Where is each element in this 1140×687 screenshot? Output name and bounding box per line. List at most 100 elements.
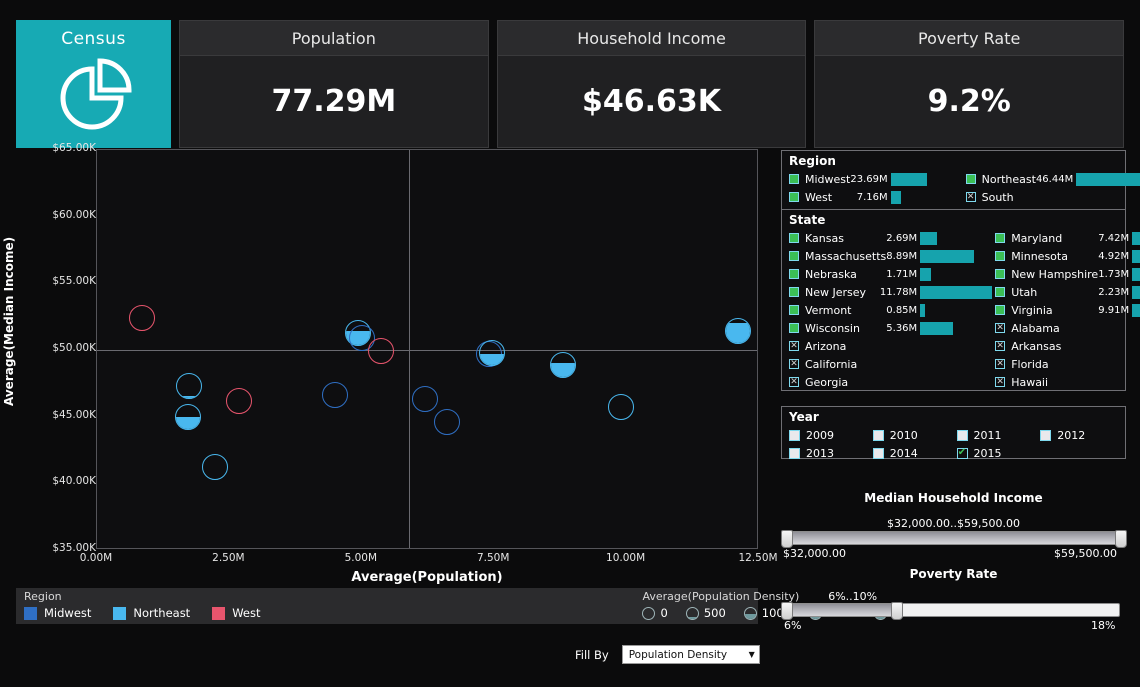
checkbox-unchecked-icon[interactable]: ✕ — [995, 377, 1005, 387]
state-filter-item[interactable]: ✕Georgia — [786, 373, 992, 391]
state-filter-value: 7.42M — [1098, 233, 1129, 244]
year-filter-item[interactable]: ✔2015 — [954, 444, 1038, 462]
checkbox-unchecked-icon[interactable]: ✕ — [789, 377, 799, 387]
state-filter-item[interactable]: Utah2.23M — [992, 283, 1140, 301]
region-filter-bar-track — [1076, 191, 1140, 204]
checkbox-checked-icon[interactable] — [966, 174, 976, 184]
year-filter-item[interactable]: 2010 — [870, 426, 954, 444]
region-filter-item[interactable]: Midwest23.69M — [786, 170, 963, 188]
state-filter-item[interactable]: ✕Alabama — [992, 319, 1140, 337]
checkbox-unchecked-icon[interactable]: ✕ — [995, 341, 1005, 351]
scatter-point[interactable] — [479, 340, 505, 366]
checkbox-checked-icon[interactable] — [789, 174, 799, 184]
state-filter-bar-track — [920, 304, 992, 317]
year-filter-item[interactable]: 2009 — [786, 426, 870, 444]
checkbox-unchecked-icon[interactable] — [957, 430, 968, 441]
checkbox-unchecked-icon[interactable] — [789, 448, 800, 459]
density-legend-item[interactable]: 500 — [686, 606, 726, 620]
state-filter-bar — [920, 304, 925, 317]
income-slider-handle-low[interactable] — [781, 530, 793, 548]
fill-by-select[interactable]: Population Density ▼ — [622, 645, 760, 664]
year-filter-panel: Year 200920102011201220132014✔2015 — [781, 406, 1126, 459]
kpi-card-household-income: Household Income $46.63K — [497, 20, 807, 148]
scatter-point[interactable] — [129, 305, 155, 331]
state-filter-bar-track — [920, 286, 992, 299]
region-legend-item[interactable]: West — [212, 606, 260, 620]
checkbox-unchecked-icon[interactable]: ✕ — [789, 341, 799, 351]
income-slider-handle-high[interactable] — [1115, 530, 1127, 548]
scatter-point[interactable] — [608, 394, 634, 420]
scatter-point[interactable] — [322, 382, 348, 408]
state-filter-item[interactable]: ✕Florida — [992, 355, 1140, 373]
checkbox-unchecked-icon[interactable]: ✕ — [966, 192, 976, 202]
state-filter-value: 1.73M — [1098, 269, 1129, 280]
state-filter-bar-track — [1132, 250, 1140, 263]
state-filter-item[interactable]: Kansas2.69M — [786, 229, 992, 247]
checkbox-checked-icon[interactable] — [789, 323, 799, 333]
checkbox-unchecked-icon[interactable] — [873, 448, 884, 459]
state-filter-item[interactable]: ✕Arizona — [786, 337, 992, 355]
checkbox-checked-icon[interactable] — [789, 251, 799, 261]
checkbox-unchecked-icon[interactable] — [1040, 430, 1051, 441]
checkbox-checked-icon[interactable] — [789, 305, 799, 315]
scatter-point-fill — [726, 323, 750, 343]
scatter-point[interactable] — [725, 318, 751, 344]
checkbox-checked-icon[interactable]: ✔ — [957, 448, 968, 459]
state-filter-item[interactable]: Minnesota4.92M — [992, 247, 1140, 265]
scatter-point[interactable] — [412, 386, 438, 412]
state-filter-item[interactable]: ✕ California — [786, 355, 992, 373]
checkbox-unchecked-icon[interactable] — [789, 430, 800, 441]
state-filter-item[interactable]: ✕Arkansas — [992, 337, 1140, 355]
checkbox-checked-icon[interactable] — [995, 305, 1005, 315]
checkbox-checked-icon[interactable] — [995, 269, 1005, 279]
state-filter-bar-track — [920, 358, 992, 371]
scatter-point[interactable] — [550, 352, 576, 378]
year-filter-item[interactable]: 2014 — [870, 444, 954, 462]
density-legend-item[interactable]: 0 — [642, 606, 667, 620]
region-legend-item[interactable]: Northeast — [113, 606, 190, 620]
poverty-slider-handle-high[interactable] — [891, 602, 903, 620]
region-legend-item[interactable]: Midwest — [24, 606, 91, 620]
region-filter-item[interactable]: West7.16M — [786, 188, 963, 206]
checkbox-checked-icon[interactable] — [789, 287, 799, 297]
checkbox-checked-icon[interactable] — [995, 233, 1005, 243]
poverty-slider-track[interactable] — [786, 603, 1120, 617]
region-filter-item[interactable]: ✕South — [963, 188, 1140, 206]
state-filter-item[interactable]: ✕Hawaii — [992, 373, 1140, 391]
state-filter-item[interactable]: Nebraska1.71M — [786, 265, 992, 283]
checkbox-unchecked-icon[interactable]: ✕ — [789, 359, 799, 369]
checkbox-checked-icon[interactable] — [789, 269, 799, 279]
income-slider-track[interactable] — [786, 531, 1120, 545]
scatter-point[interactable] — [175, 404, 201, 430]
state-filter-item[interactable]: New Hampshire1.73M — [992, 265, 1140, 283]
state-filter-item[interactable]: Vermont0.85M — [786, 301, 992, 319]
checkbox-checked-icon[interactable] — [995, 251, 1005, 261]
color-swatch — [113, 607, 126, 620]
checkbox-checked-icon[interactable] — [995, 287, 1005, 297]
state-filter-item[interactable]: Maryland7.42M — [992, 229, 1140, 247]
scatter-point[interactable] — [176, 373, 202, 399]
scatter-point[interactable] — [434, 409, 460, 435]
year-filter-item[interactable]: 2011 — [954, 426, 1038, 444]
state-filter-item[interactable]: Virginia9.91M — [992, 301, 1140, 319]
poverty-slider-handle-low[interactable] — [781, 602, 793, 620]
year-filter-list: 2009201020112012 20132014✔2015 — [782, 426, 1125, 465]
income-slider-max-label: $59,500.00 — [1054, 547, 1117, 560]
checkbox-unchecked-icon[interactable] — [873, 430, 884, 441]
scatter-point[interactable] — [226, 388, 252, 414]
region-filter-item[interactable]: Northeast46.44M — [963, 170, 1140, 188]
scatter-point[interactable] — [202, 454, 228, 480]
state-filter-item[interactable]: Massachusetts8.89M — [786, 247, 992, 265]
checkbox-unchecked-icon[interactable]: ✕ — [995, 359, 1005, 369]
checkbox-checked-icon[interactable] — [789, 192, 799, 202]
year-filter-item[interactable]: 2013 — [786, 444, 870, 462]
scatter-point[interactable] — [368, 338, 394, 364]
checkbox-checked-icon[interactable] — [789, 233, 799, 243]
state-filter-label: California — [805, 358, 857, 371]
year-filter-item[interactable]: 2012 — [1037, 426, 1121, 444]
plot-area[interactable] — [96, 149, 758, 549]
income-slider-min-label: $32,000.00 — [783, 547, 846, 560]
state-filter-item[interactable]: Wisconsin5.36M — [786, 319, 992, 337]
state-filter-item[interactable]: New Jersey11.78M — [786, 283, 992, 301]
checkbox-unchecked-icon[interactable]: ✕ — [995, 323, 1005, 333]
